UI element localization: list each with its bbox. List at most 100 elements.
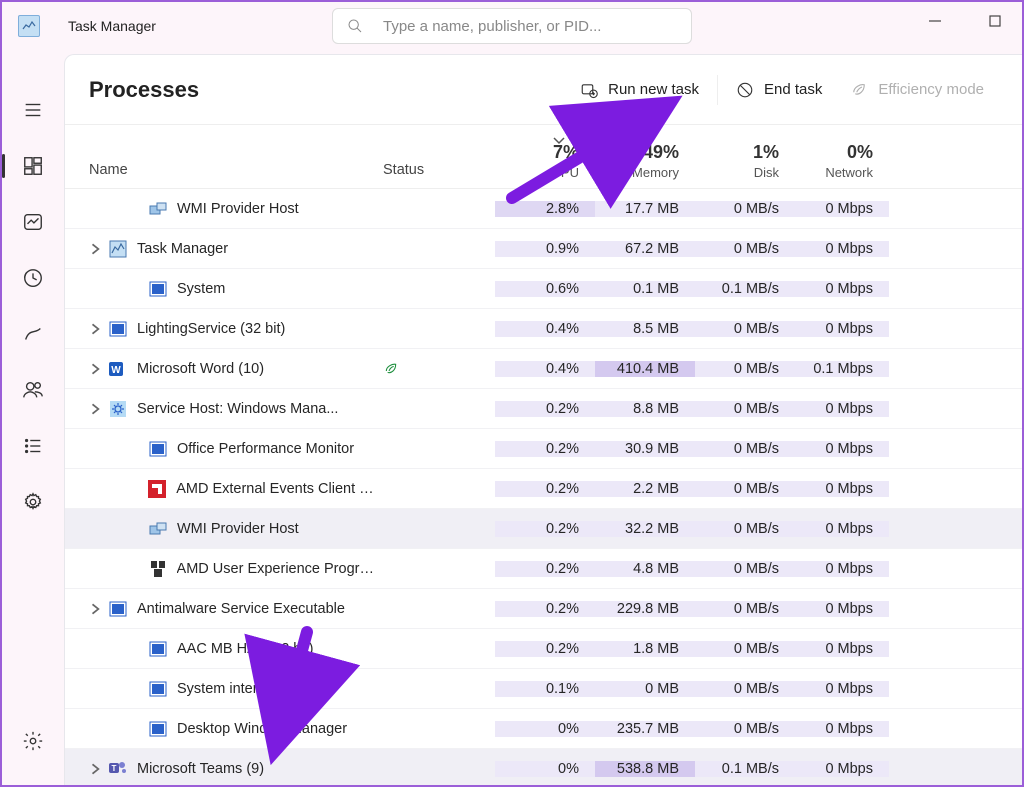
nav-app-history-icon[interactable]	[2, 252, 64, 304]
col-network[interactable]: 0% Network	[795, 125, 889, 188]
network-cell: 0 Mbps	[795, 441, 889, 457]
process-status	[375, 361, 495, 377]
process-row[interactable]: AAC MB HAL (32 bit) 0.2% 1.8 MB 0 MB/s 0…	[65, 629, 1022, 669]
run-new-task-button[interactable]: Run new task	[566, 71, 713, 109]
process-name: System interrupts	[177, 681, 290, 697]
cpu-cell: 0.2%	[495, 401, 595, 417]
process-name: Antimalware Service Executable	[137, 601, 345, 617]
nav-menu-icon[interactable]	[2, 84, 64, 136]
process-row[interactable]: W Microsoft Word (10) 0.4% 410.4 MB 0 MB…	[65, 349, 1022, 389]
expand-icon[interactable]	[89, 322, 103, 336]
nav-processes-icon[interactable]	[2, 140, 64, 192]
col-name[interactable]: Name	[89, 162, 128, 178]
process-row[interactable]: LightingService (32 bit) 0.4% 8.5 MB 0 M…	[65, 309, 1022, 349]
process-name: AMD External Events Client M...	[176, 481, 375, 497]
expand-icon[interactable]	[89, 762, 103, 776]
process-row[interactable]: WMI Provider Host 0.2% 32.2 MB 0 MB/s 0 …	[65, 509, 1022, 549]
col-disk[interactable]: 1% Disk	[695, 125, 795, 188]
process-row[interactable]: AMD External Events Client M... 0.2% 2.2…	[65, 469, 1022, 509]
process-icon	[149, 280, 167, 298]
cpu-cell: 0.6%	[495, 281, 595, 297]
memory-cell: 0.1 MB	[595, 281, 695, 297]
efficiency-label: Efficiency mode	[878, 81, 984, 98]
memory-cell: 32.2 MB	[595, 521, 695, 537]
process-row[interactable]: Antimalware Service Executable 0.2% 229.…	[65, 589, 1022, 629]
disk-cell: 0 MB/s	[695, 241, 795, 257]
section-title: Processes	[89, 77, 566, 103]
process-row[interactable]: T Microsoft Teams (9) 0% 538.8 MB 0.1 MB…	[65, 749, 1022, 785]
disk-cell: 0 MB/s	[695, 481, 795, 497]
titlebar: Task Manager	[2, 2, 1022, 50]
search-box[interactable]	[332, 8, 692, 44]
expand-icon[interactable]	[89, 602, 103, 616]
cpu-cell: 0.9%	[495, 241, 595, 257]
nav-startup-icon[interactable]	[2, 308, 64, 360]
cpu-cell: 0%	[495, 761, 595, 777]
memory-cell: 2.2 MB	[595, 481, 695, 497]
cpu-cell: 0.2%	[495, 521, 595, 537]
cpu-cell: 0.2%	[495, 481, 595, 497]
grid-body[interactable]: WMI Provider Host 2.8% 17.7 MB 0 MB/s 0 …	[65, 189, 1022, 785]
maximize-button[interactable]	[988, 14, 1002, 28]
process-row[interactable]: Office Performance Monitor 0.2% 30.9 MB …	[65, 429, 1022, 469]
process-name: Service Host: Windows Mana...	[137, 401, 338, 417]
nav-settings-icon[interactable]	[2, 715, 64, 767]
minimize-button[interactable]	[928, 14, 942, 28]
col-cpu[interactable]: 7% CPU	[495, 125, 595, 188]
process-row[interactable]: AMD User Experience Progra... 0.2% 4.8 M…	[65, 549, 1022, 589]
end-task-button[interactable]: End task	[722, 71, 836, 109]
process-row[interactable]: System interrupts 0.1% 0 MB 0 MB/s 0 Mbp…	[65, 669, 1022, 709]
process-name: Microsoft Word (10)	[137, 361, 264, 377]
process-name: AMD User Experience Progra...	[177, 561, 375, 577]
nav-details-icon[interactable]	[2, 420, 64, 472]
process-row[interactable]: Task Manager 0.9% 67.2 MB 0 MB/s 0 Mbps	[65, 229, 1022, 269]
nav-services-icon[interactable]	[2, 476, 64, 528]
network-cell: 0 Mbps	[795, 761, 889, 777]
cpu-cell: 0.2%	[495, 601, 595, 617]
svg-text:W: W	[111, 365, 121, 376]
disk-cell: 0.1 MB/s	[695, 281, 795, 297]
memory-cell: 538.8 MB	[595, 761, 695, 777]
disk-cell: 0 MB/s	[695, 401, 795, 417]
process-icon	[109, 400, 127, 418]
toolbar-divider	[717, 75, 718, 105]
network-cell: 0 Mbps	[795, 681, 889, 697]
process-row[interactable]: WMI Provider Host 2.8% 17.7 MB 0 MB/s 0 …	[65, 189, 1022, 229]
expand-icon[interactable]	[89, 242, 103, 256]
cpu-cell: 2.8%	[495, 201, 595, 217]
sort-indicator-icon	[553, 133, 565, 149]
network-cell: 0 Mbps	[795, 521, 889, 537]
mem-percent: 49%	[643, 142, 679, 163]
process-icon	[148, 480, 166, 498]
process-icon	[149, 560, 167, 578]
search-input[interactable]	[383, 18, 677, 35]
expand-icon[interactable]	[89, 402, 103, 416]
col-memory[interactable]: 49% Memory	[595, 125, 695, 188]
disk-cell: 0 MB/s	[695, 721, 795, 737]
process-icon	[109, 320, 127, 338]
cpu-label: CPU	[552, 165, 579, 180]
memory-cell: 4.8 MB	[595, 561, 695, 577]
net-label: Network	[825, 165, 873, 180]
network-cell: 0 Mbps	[795, 401, 889, 417]
process-row[interactable]: System 0.6% 0.1 MB 0.1 MB/s 0 Mbps	[65, 269, 1022, 309]
end-task-label: End task	[764, 81, 822, 98]
cpu-cell: 0.4%	[495, 321, 595, 337]
sidebar	[2, 54, 64, 785]
network-cell: 0 Mbps	[795, 641, 889, 657]
expand-icon[interactable]	[89, 362, 103, 376]
network-cell: 0 Mbps	[795, 601, 889, 617]
col-status[interactable]: Status	[383, 162, 424, 178]
nav-users-icon[interactable]	[2, 364, 64, 416]
process-row[interactable]: Desktop Window Manager 0% 235.7 MB 0 MB/…	[65, 709, 1022, 749]
process-icon	[149, 520, 167, 538]
efficiency-mode-button: Efficiency mode	[836, 71, 998, 109]
nav-performance-icon[interactable]	[2, 196, 64, 248]
process-icon	[149, 720, 167, 738]
process-name: WMI Provider Host	[177, 521, 299, 537]
network-cell: 0 Mbps	[795, 561, 889, 577]
process-icon	[149, 640, 167, 658]
process-name: Microsoft Teams (9)	[137, 761, 264, 777]
disk-cell: 0 MB/s	[695, 561, 795, 577]
process-row[interactable]: Service Host: Windows Mana... 0.2% 8.8 M…	[65, 389, 1022, 429]
